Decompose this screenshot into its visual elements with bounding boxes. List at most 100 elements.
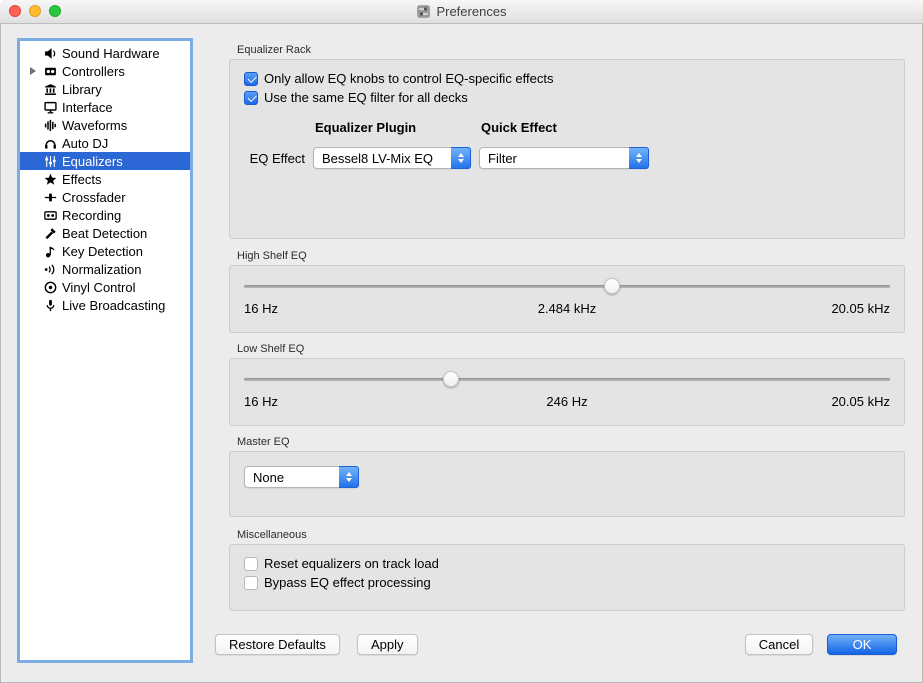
sound-waves-icon: [43, 263, 57, 276]
checkbox-label: Bypass EQ effect processing: [264, 575, 431, 590]
midi-controller-icon: [43, 65, 57, 78]
sidebar-item-crossfader[interactable]: Crossfader: [20, 188, 190, 206]
sidebar-item-label: Live Broadcasting: [62, 298, 165, 313]
sidebar-item-label: Library: [62, 82, 102, 97]
column-header-quick-effect: Quick Effect: [479, 120, 890, 135]
miscellaneous-group: Miscellaneous Reset equalizers on track …: [229, 529, 905, 611]
cancel-button[interactable]: Cancel: [745, 634, 813, 655]
slider-max-label: 20.05 kHz: [675, 394, 890, 409]
zoom-button[interactable]: [49, 5, 61, 17]
headphones-icon: [43, 137, 57, 150]
slider-value-label: 246 Hz: [459, 394, 674, 409]
apply-button[interactable]: Apply: [357, 634, 418, 655]
microphone-icon: [43, 299, 57, 312]
group-title: Miscellaneous: [237, 529, 905, 542]
same-eq-filter-checkbox[interactable]: [244, 91, 258, 105]
checkbox-label: Use the same EQ filter for all decks: [264, 90, 468, 105]
sidebar-item-equalizers[interactable]: Equalizers: [20, 152, 190, 170]
bypass-eq-checkbox[interactable]: [244, 576, 258, 590]
dropdown-arrows-icon: [339, 466, 359, 488]
window-title: Preferences: [436, 4, 506, 19]
low-shelf-eq-slider[interactable]: [244, 371, 890, 387]
sidebar-item-library[interactable]: Library: [20, 80, 190, 98]
sidebar-item-auto-dj[interactable]: Auto DJ: [20, 134, 190, 152]
checkbox-row-reset-on-load[interactable]: Reset equalizers on track load: [244, 555, 890, 572]
restore-defaults-button[interactable]: Restore Defaults: [215, 634, 340, 655]
slider-track[interactable]: [244, 378, 890, 381]
sidebar-item-label: Crossfader: [62, 190, 126, 205]
high-shelf-eq-slider[interactable]: [244, 278, 890, 294]
group-title: Master EQ: [237, 436, 905, 449]
dropdown-arrows-icon: [451, 147, 471, 169]
slider-min-label: 16 Hz: [244, 301, 459, 316]
speaker-icon: [43, 47, 57, 60]
crossfader-icon: [43, 191, 57, 204]
sidebar-item-beat-detection[interactable]: Beat Detection: [20, 224, 190, 242]
sidebar-item-label: Beat Detection: [62, 226, 147, 241]
high-shelf-eq-group: High Shelf EQ 16 Hz 2.484 kHz 20.05 kHz: [229, 250, 905, 333]
checkbox-row-bypass-eq[interactable]: Bypass EQ effect processing: [244, 574, 890, 591]
sidebar-item-label: Interface: [62, 100, 113, 115]
minimize-button[interactable]: [29, 5, 41, 17]
library-icon: [43, 83, 57, 96]
slider-min-label: 16 Hz: [244, 394, 459, 409]
sidebar-item-vinyl-control[interactable]: Vinyl Control: [20, 278, 190, 296]
sidebar-item-key-detection[interactable]: Key Detection: [20, 242, 190, 260]
checkbox-label: Reset equalizers on track load: [264, 556, 439, 571]
sidebar-item-label: Vinyl Control: [62, 280, 135, 295]
sidebar-item-waveforms[interactable]: Waveforms: [20, 116, 190, 134]
dropdown-value: None: [245, 467, 339, 487]
preferences-window: Preferences Sound Hardware Controllers L…: [0, 0, 923, 683]
waveform-icon: [43, 119, 57, 132]
sidebar-item-label: Effects: [62, 172, 102, 187]
slider-max-label: 20.05 kHz: [675, 301, 890, 316]
group-title: Low Shelf EQ: [237, 343, 905, 356]
checkbox-row-only-eq-knobs[interactable]: Only allow EQ knobs to control EQ-specif…: [244, 70, 890, 87]
sidebar-item-label: Recording: [62, 208, 121, 223]
slider-value-label: 2.484 kHz: [459, 301, 674, 316]
slider-track[interactable]: [244, 285, 890, 288]
reset-equalizers-checkbox[interactable]: [244, 557, 258, 571]
sidebar-item-label: Key Detection: [62, 244, 143, 259]
sidebar-item-controllers[interactable]: Controllers: [20, 62, 190, 80]
slider-thumb[interactable]: [443, 371, 459, 387]
checkbox-label: Only allow EQ knobs to control EQ-specif…: [264, 71, 554, 86]
slider-thumb[interactable]: [604, 278, 620, 294]
dropdown-value: Bessel8 LV-Mix EQ: [314, 148, 451, 168]
sidebar-item-label: Controllers: [62, 64, 125, 79]
sidebar-item-label: Equalizers: [62, 154, 123, 169]
sidebar-item-normalization[interactable]: Normalization: [20, 260, 190, 278]
checkbox-row-same-eq-filter[interactable]: Use the same EQ filter for all decks: [244, 89, 890, 106]
title-bar[interactable]: Preferences: [0, 0, 923, 24]
group-title: Equalizer Rack: [237, 44, 905, 57]
monitor-icon: [43, 101, 57, 114]
traffic-lights: [9, 5, 61, 17]
quick-effect-dropdown[interactable]: Filter: [479, 147, 649, 169]
disclosure-triangle-icon[interactable]: [30, 67, 43, 75]
sidebar-item-recording[interactable]: Recording: [20, 206, 190, 224]
column-header-equalizer-plugin: Equalizer Plugin: [313, 120, 479, 135]
ok-button[interactable]: OK: [827, 634, 897, 655]
sidebar-item-label: Normalization: [62, 262, 141, 277]
sidebar-item-label: Sound Hardware: [62, 46, 160, 61]
sidebar-item-live-broadcasting[interactable]: Live Broadcasting: [20, 296, 190, 314]
vinyl-record-icon: [43, 281, 57, 294]
equalizer-sliders-icon: [43, 155, 57, 168]
equalizer-rack-group: Equalizer Rack Only allow EQ knobs to co…: [229, 44, 905, 239]
sidebar-item-label: Waveforms: [62, 118, 127, 133]
group-title: High Shelf EQ: [237, 250, 905, 263]
sidebar-item-interface[interactable]: Interface: [20, 98, 190, 116]
only-eq-knobs-checkbox[interactable]: [244, 72, 258, 86]
star-icon: [43, 173, 57, 186]
preferences-sidebar: Sound Hardware Controllers Library Inter…: [17, 38, 193, 663]
preferences-window-icon: [416, 4, 431, 19]
sidebar-item-sound-hardware[interactable]: Sound Hardware: [20, 44, 190, 62]
master-eq-group: Master EQ None: [229, 436, 905, 517]
cassette-icon: [43, 209, 57, 222]
equalizer-plugin-dropdown[interactable]: Bessel8 LV-Mix EQ: [313, 147, 471, 169]
music-note-icon: [43, 245, 57, 258]
sidebar-item-label: Auto DJ: [62, 136, 108, 151]
close-button[interactable]: [9, 5, 21, 17]
master-eq-dropdown[interactable]: None: [244, 466, 359, 488]
sidebar-item-effects[interactable]: Effects: [20, 170, 190, 188]
